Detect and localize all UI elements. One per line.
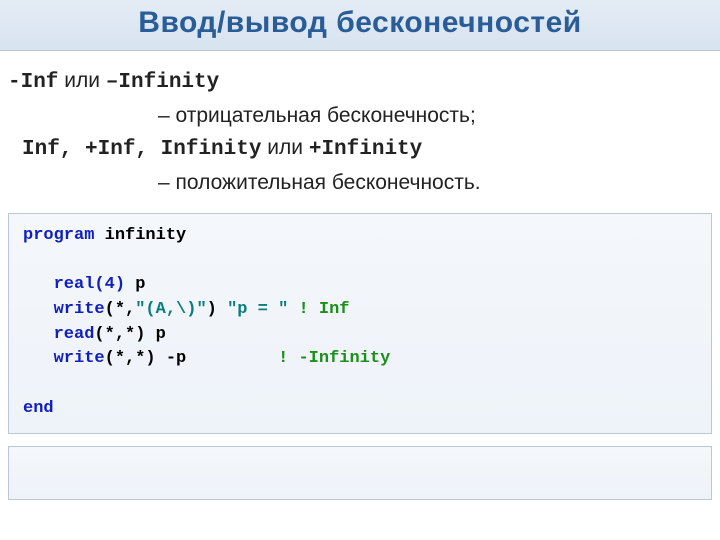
- code-write-args: (*,*) -p: [105, 349, 278, 368]
- kw-end: end: [23, 399, 54, 418]
- kw-program: program: [23, 226, 94, 245]
- code-pos-infinity: +Infinity: [309, 138, 422, 161]
- slide-title: Ввод/вывод бесконечностей: [0, 6, 720, 40]
- code-str-p: "p = ": [227, 300, 288, 319]
- footer-box: [8, 446, 712, 500]
- kw-real: real(4): [23, 275, 125, 294]
- code-cmt-inf: ! Inf: [288, 300, 349, 319]
- title-bar: Ввод/вывод бесконечностей: [0, 0, 720, 51]
- text-or-1: или: [58, 69, 105, 92]
- line-pos-inf-codes: Inf, +Inf, Infinity или +Infinity: [8, 132, 712, 167]
- code-cmt-negInf: ! -Infinity: [278, 349, 390, 368]
- kw-read: read: [23, 325, 94, 344]
- content-area: -Inf или –Infinity – отрицательная беско…: [0, 51, 720, 199]
- slide: Ввод/вывод бесконечностей -Inf или –Infi…: [0, 0, 720, 540]
- code-neg-inf: -Inf: [8, 71, 58, 94]
- code-var-p: p: [125, 275, 145, 294]
- kw-write-1: write: [23, 300, 105, 319]
- code-progname: infinity: [94, 226, 186, 245]
- line-pos-inf-desc: – положительная бесконечность.: [8, 167, 712, 200]
- code-pos-inf-list: Inf, +Inf, Infinity: [22, 138, 261, 161]
- code-listing: program infinity real(4) p write(*,"(A,\…: [8, 213, 712, 434]
- code-neg-infinity: –Infinity: [106, 71, 219, 94]
- code-fmt: "(A,\)": [135, 300, 206, 319]
- line-neg-inf-desc: – отрицательная бесконечность;: [8, 100, 712, 133]
- line-neg-inf-codes: -Inf или –Infinity: [8, 65, 712, 100]
- code-paren-2: ): [207, 300, 227, 319]
- kw-write-2: write: [23, 349, 105, 368]
- text-or-2: или: [261, 136, 308, 159]
- code-read-args: (*,*) p: [94, 325, 165, 344]
- code-paren-1: (*,: [105, 300, 136, 319]
